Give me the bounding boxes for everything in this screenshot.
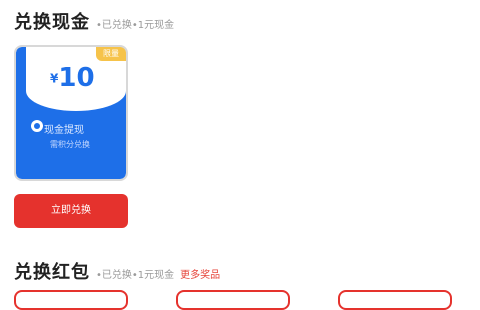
redpacket-section-subtitle: •已兑换•1元现金 — [96, 270, 175, 281]
cash-section-title: 兑换现金 — [14, 12, 90, 33]
exchange-button[interactable]: 立即兑换 — [14, 194, 128, 228]
redpacket-card[interactable] — [14, 290, 128, 310]
redpacket-card[interactable] — [338, 290, 452, 310]
redpacket-card[interactable] — [176, 290, 290, 310]
voucher-sublabel: 需积分兑换 — [50, 140, 90, 149]
voucher-label: 现金提现 — [44, 125, 84, 136]
cash-voucher-card[interactable]: 限量 ¥10 现金提现 需积分兑换 — [14, 45, 128, 181]
voucher-tag: 限量 — [96, 47, 126, 61]
cash-section-subtitle: •已兑换•1元现金 — [96, 20, 175, 31]
redpacket-section-header: 兑换红包 •已兑换•1元现金 更多奖品 — [14, 258, 220, 284]
redpacket-section-title: 兑换红包 — [14, 262, 90, 283]
more-prizes-link[interactable]: 更多奖品 — [180, 266, 220, 281]
cash-section-header: 兑换现金 •已兑换•1元现金 — [14, 8, 174, 34]
voucher-amount: ¥10 — [50, 65, 95, 91]
amount-value: 10 — [58, 63, 95, 93]
wallet-icon — [30, 119, 44, 133]
